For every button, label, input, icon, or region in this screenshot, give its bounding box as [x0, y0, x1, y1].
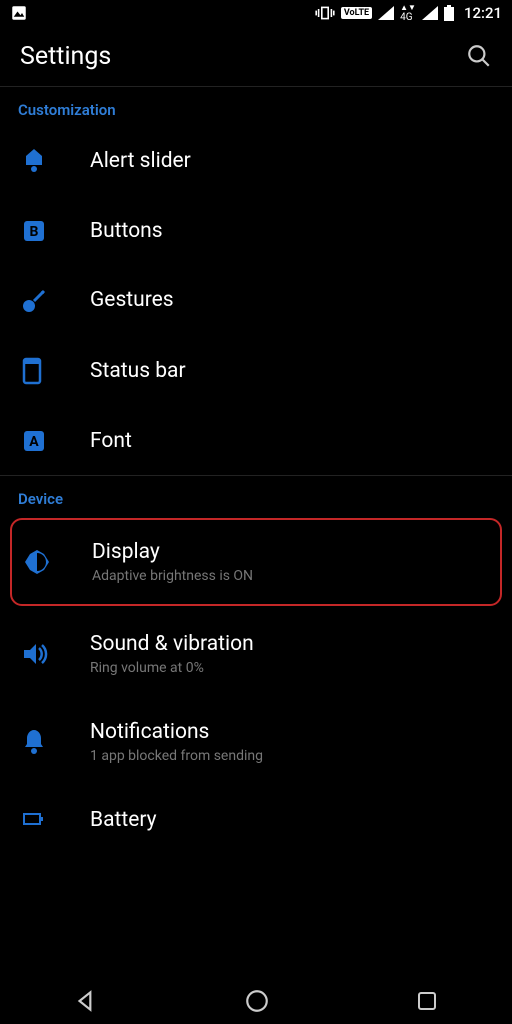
row-buttons[interactable]: B Buttons [0, 197, 512, 265]
status-bar: VoLTE ▲▼4G 12:21 [0, 0, 512, 26]
row-notifications[interactable]: Notifications 1 app blocked from sending [0, 698, 512, 786]
sound-icon [22, 642, 48, 666]
row-font[interactable]: A Font [0, 407, 512, 475]
row-label: Display [92, 540, 486, 564]
row-label: Buttons [90, 219, 494, 243]
section-header-customization: Customization [0, 87, 512, 125]
alert-slider-icon [22, 147, 46, 175]
gestures-icon [22, 287, 48, 313]
recents-icon [415, 989, 439, 1013]
network-type: ▲▼4G [400, 3, 416, 23]
clock: 12:21 [460, 4, 502, 22]
row-battery[interactable]: Battery [0, 786, 512, 832]
back-icon [73, 988, 99, 1014]
row-label: Alert slider [90, 149, 494, 173]
signal-icon-1 [378, 6, 394, 20]
row-subtitle: Adaptive brightness is ON [92, 568, 486, 584]
recents-button[interactable] [415, 989, 439, 1013]
status-bar-icon [22, 357, 42, 385]
row-label: Notifications [90, 720, 494, 744]
svg-text:B: B [30, 224, 39, 240]
row-subtitle: Ring volume at 0% [90, 660, 494, 676]
vibrate-icon [315, 5, 335, 21]
app-bar: Settings [0, 26, 512, 86]
navigation-bar [0, 976, 512, 1024]
row-label: Status bar [90, 359, 494, 383]
row-sound-vibration[interactable]: Sound & vibration Ring volume at 0% [0, 610, 512, 698]
row-label: Sound & vibration [90, 632, 494, 656]
font-icon: A [22, 429, 46, 453]
section-header-device: Device [0, 476, 512, 514]
volte-badge: VoLTE [341, 7, 372, 19]
row-alert-slider[interactable]: Alert slider [0, 125, 512, 197]
battery-icon [22, 812, 46, 828]
row-label: Font [90, 429, 494, 453]
home-icon [244, 988, 270, 1014]
battery-icon [444, 5, 454, 21]
notifications-icon [22, 728, 46, 756]
home-button[interactable] [244, 988, 270, 1014]
page-title: Settings [20, 42, 466, 71]
back-button[interactable] [73, 988, 99, 1014]
search-icon [466, 43, 492, 69]
row-display[interactable]: Display Adaptive brightness is ON [12, 520, 494, 604]
settings-list[interactable]: Customization Alert slider B Buttons Ges… [0, 87, 512, 976]
row-label: Battery [90, 808, 494, 832]
row-label: Gestures [90, 288, 494, 312]
display-icon [24, 549, 50, 575]
svg-text:A: A [29, 434, 39, 450]
highlighted-row: Display Adaptive brightness is ON [10, 518, 502, 606]
search-button[interactable] [466, 43, 492, 69]
row-gestures[interactable]: Gestures [0, 265, 512, 335]
image-indicator-icon [10, 4, 28, 22]
row-subtitle: 1 app blocked from sending [90, 748, 494, 764]
buttons-icon: B [22, 219, 46, 243]
signal-icon-2 [422, 6, 438, 20]
row-status-bar[interactable]: Status bar [0, 335, 512, 407]
